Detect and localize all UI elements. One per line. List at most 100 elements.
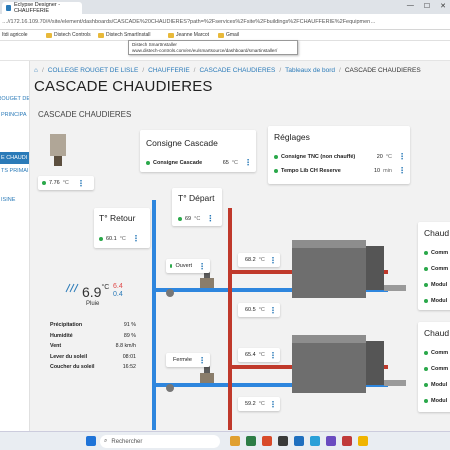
more-icon[interactable]: ⋮ [398,152,406,161]
breadcrumb-link[interactable]: COLLEGE ROUGET DE LISLE [48,67,139,74]
search-icon: ⌕ [104,438,108,444]
taskbar-app-icon[interactable] [326,436,336,446]
taskbar-app-icon[interactable] [262,436,272,446]
panel-row[interactable]: Comm [424,366,448,372]
panel-row[interactable]: Modul [424,282,447,288]
consigne-cascade-row[interactable]: Consigne Cascade 65 °C ⋮ [146,158,252,167]
bookmark-item[interactable]: Itdi agricole [2,31,28,40]
taskbar-search[interactable]: ⌕ Rechercher [100,435,220,448]
more-icon[interactable]: ⋮ [269,256,277,265]
t-depart-card: T° Départ 69 °C ⋮ [172,188,222,226]
bookmark-item[interactable]: Distech SmartInstall [98,31,150,40]
breadcrumb-current: CASCADE CHAUDIERES [344,67,421,74]
chaudiere-2-panel: Chaud Comm Comm Modul Modul [418,322,450,412]
folder-icon [218,33,224,38]
taskbar-app-icon[interactable] [342,436,352,446]
rain-icon [65,283,79,293]
more-icon[interactable]: ⋮ [244,158,252,167]
t-depart-value[interactable]: 69 °C ⋮ [178,214,214,223]
panel-row[interactable]: Comm [424,250,448,256]
more-icon[interactable]: ⋮ [206,214,214,223]
more-icon[interactable]: ⋮ [132,234,140,243]
breadcrumb-link[interactable]: CHAUFFERIE [148,67,190,74]
valve-bottom-state-chip[interactable]: Fermée ⋮ [166,353,210,367]
taskbar-app-icon[interactable] [294,436,304,446]
taskbar: ⌕ Rechercher [0,431,450,450]
bookmark-item[interactable]: Gmail [218,31,239,40]
page-title: CASCADE CHAUDIERES [34,78,213,95]
outdoor-sensor-icon [50,134,66,166]
breadcrumb-link[interactable]: CASCADE CHAUDIERES [199,67,275,74]
weather-temp: 6.9°C [82,284,110,300]
weather-description: Pluie [86,301,100,307]
more-icon[interactable]: ⋮ [269,306,277,315]
close-icon[interactable]: ✕ [440,2,446,10]
panel-row[interactable]: Modul [424,398,447,404]
maximize-icon[interactable]: ☐ [424,2,430,10]
valve-top-state-chip[interactable]: Ouvert ⋮ [166,259,210,273]
browser-tab[interactable]: Eclypse Designer - CHAUFFERIE [2,2,82,14]
sidebar-item-active[interactable]: E CHAUDI [0,152,29,164]
more-icon[interactable]: ⋮ [269,400,277,409]
boiler1-return-chip[interactable]: 60.5 °C ⋮ [238,303,280,317]
t-retour-value[interactable]: 60.1 °C ⋮ [99,234,140,243]
sidebar-item[interactable]: ISINE [0,194,29,206]
weather-row: Coucher du soleil 16:52 [50,364,136,371]
home-icon[interactable]: ⌂ [34,67,38,74]
bookmark-item[interactable]: Distech Controls [46,31,91,40]
sidebar: ROUGET DE PRINCIPA E CHAUDI TS PRIMAII I… [0,61,30,431]
card-title: Réglages [274,132,310,142]
valve-bottom-icon[interactable] [200,365,214,383]
status-ok-icon [424,383,428,387]
status-ok-icon [274,154,278,159]
weather-high: 6.4 [113,283,123,290]
minimize-icon[interactable]: — [407,2,414,10]
panel-row[interactable]: Comm [424,266,448,272]
windows-start-icon[interactable] [86,436,96,446]
panel-row[interactable]: Modul [424,298,447,304]
outdoor-temp-chip[interactable]: 7.76 °C ⋮ [38,176,94,190]
status-ok-icon [424,367,428,371]
window-controls: — ☐ ✕ [407,2,446,10]
status-ok-icon [424,399,428,403]
boiler2-return-chip[interactable]: 59.2 °C ⋮ [238,397,280,411]
boiler-2-icon[interactable] [292,335,406,393]
breadcrumb-link[interactable]: Tableaux de bord [285,67,335,74]
bookmark-tooltip: Distech SmartInstaller www.distech-contr… [128,40,298,55]
boiler-1-icon[interactable] [292,240,406,298]
more-icon[interactable]: ⋮ [77,179,85,188]
address-bar[interactable]: …//172.16.109.70/#/site/element/dashboar… [0,14,450,30]
reglage-row[interactable]: Tempo Lib CH Reserve 10 min ⋮ [274,166,406,175]
taskbar-app-icon[interactable] [230,436,240,446]
boiler1-supply-chip[interactable]: 68.2 °C ⋮ [238,253,280,267]
pump-icon [166,384,174,392]
more-icon[interactable]: ⋮ [198,262,206,271]
more-icon[interactable]: ⋮ [269,351,277,360]
sidebar-item[interactable]: ROUGET DE [0,93,29,105]
more-icon[interactable]: ⋮ [198,356,206,365]
taskbar-app-icon[interactable] [246,436,256,446]
boiler2-supply-chip[interactable]: 65.4 °C ⋮ [238,348,280,362]
status-ok-icon [274,168,278,173]
taskbar-app-icon[interactable] [278,436,288,446]
browser-titlebar: Eclypse Designer - CHAUFFERIE — ☐ ✕ [0,0,450,14]
tab-title: Eclypse Designer - CHAUFFERIE [13,2,61,14]
taskbar-app-icon[interactable] [310,436,320,446]
section-label: CASCADE CHAUDIERES [38,110,132,119]
more-icon[interactable]: ⋮ [398,166,406,175]
weather-details: Précipitation 91 % Humidité 89 % Vent 8.8 k… [50,320,136,373]
sidebar-item[interactable]: TS PRIMAII [0,165,29,177]
taskbar-app-icon[interactable] [358,436,368,446]
breadcrumb: ⌂ / COLLEGE ROUGET DE LISLE / CHAUFFERIE… [34,67,421,74]
bookmark-item[interactable]: Jeanne Marcot [168,31,209,40]
url-text[interactable]: …//172.16.109.70/#/site/element/dashboar… [2,16,448,28]
status-ok-icon [424,283,428,287]
card-title: Consigne Cascade [146,138,218,148]
consigne-cascade-card: Consigne Cascade Consigne Cascade 65 °C … [140,130,256,172]
status-ok-icon [424,251,428,255]
reglage-row[interactable]: Consigne TNC (non chauffé) 20 °C ⋮ [274,152,406,161]
supply-pipe-vertical [228,208,232,430]
panel-row[interactable]: Comm [424,350,448,356]
sidebar-item[interactable]: PRINCIPA [0,109,29,121]
panel-row[interactable]: Modul [424,382,447,388]
